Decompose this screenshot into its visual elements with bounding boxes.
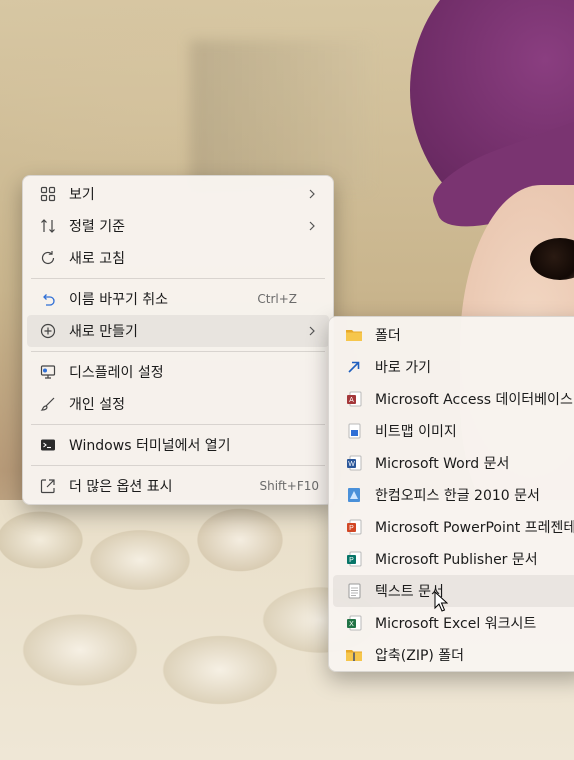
submenu-item-label: Microsoft Publisher 문서: [375, 552, 538, 568]
menu-separator: [31, 424, 325, 425]
wallpaper-blur: [190, 40, 370, 190]
submenu-item-label: 텍스트 문서: [375, 584, 444, 600]
chevron-right-icon: [309, 189, 315, 199]
shortcut-text: Ctrl+Z: [257, 292, 297, 306]
refresh-icon: [39, 249, 57, 267]
submenu-item-word[interactable]: W Microsoft Word 문서: [333, 447, 574, 479]
mouse-pointer-icon: [434, 591, 448, 612]
chevron-right-icon: [309, 326, 315, 336]
folder-icon: [345, 326, 363, 344]
text-document-icon: [345, 582, 363, 600]
menu-item-label: 새로 고침: [69, 251, 125, 267]
menu-item-label: 이름 바꾸기 취소: [69, 292, 169, 308]
submenu-item-access-db[interactable]: A Microsoft Access 데이터베이스: [333, 383, 574, 415]
submenu-item-powerpoint[interactable]: P Microsoft PowerPoint 프레젠테이션: [333, 511, 574, 543]
svg-text:A: A: [349, 397, 354, 404]
menu-item-label: 더 많은 옵션 표시: [69, 479, 173, 495]
svg-text:P: P: [349, 525, 354, 532]
menu-separator: [31, 278, 325, 279]
menu-item-open-terminal[interactable]: Windows 터미널에서 열기: [27, 429, 329, 461]
hwp-icon: [345, 486, 363, 504]
undo-icon: [39, 290, 57, 308]
shortcut-arrow-icon: [345, 358, 363, 376]
new-submenu: 폴더 바로 가기 A Microsoft Access 데이터베이스 비트맵 이…: [328, 316, 574, 672]
shortcut-text: Shift+F10: [259, 479, 319, 493]
powerpoint-icon: P: [345, 518, 363, 536]
menu-item-sort-by[interactable]: 정렬 기준: [27, 210, 329, 242]
menu-item-new[interactable]: 새로 만들기: [27, 315, 329, 347]
display-icon: [39, 363, 57, 381]
menu-item-label: 개인 설정: [69, 397, 125, 413]
submenu-item-folder[interactable]: 폴더: [333, 319, 574, 351]
submenu-item-shortcut[interactable]: 바로 가기: [333, 351, 574, 383]
word-icon: W: [345, 454, 363, 472]
submenu-item-label: Microsoft Access 데이터베이스: [375, 392, 573, 408]
submenu-item-zip-folder[interactable]: 압축(ZIP) 폴더: [333, 639, 574, 671]
expand-icon: [39, 477, 57, 495]
zip-folder-icon: [345, 646, 363, 664]
svg-text:P: P: [349, 557, 354, 564]
view-grid-icon: [39, 185, 57, 203]
submenu-item-label: 한컴오피스 한글 2010 문서: [375, 488, 540, 504]
access-icon: A: [345, 390, 363, 408]
submenu-item-label: Microsoft PowerPoint 프레젠테이션: [375, 520, 574, 536]
menu-separator: [31, 351, 325, 352]
menu-separator: [31, 465, 325, 466]
submenu-item-bitmap[interactable]: 비트맵 이미지: [333, 415, 574, 447]
desktop-context-menu: 보기 정렬 기준 새로 고침 이름 바꾸기 취소 Ctrl+Z 새로 만들기 디…: [22, 175, 334, 505]
plus-circle-icon: [39, 322, 57, 340]
menu-item-label: Windows 터미널에서 열기: [69, 438, 231, 454]
submenu-item-label: 압축(ZIP) 폴더: [375, 648, 465, 664]
menu-item-label: 디스플레이 설정: [69, 365, 164, 381]
bitmap-icon: [345, 422, 363, 440]
terminal-icon: [39, 436, 57, 454]
submenu-item-hwp[interactable]: 한컴오피스 한글 2010 문서: [333, 479, 574, 511]
menu-item-undo-rename[interactable]: 이름 바꾸기 취소 Ctrl+Z: [27, 283, 329, 315]
chevron-right-icon: [309, 221, 315, 231]
submenu-item-excel[interactable]: X Microsoft Excel 워크시트: [333, 607, 574, 639]
svg-text:W: W: [348, 461, 355, 468]
submenu-item-publisher[interactable]: P Microsoft Publisher 문서: [333, 543, 574, 575]
submenu-item-label: 폴더: [375, 328, 401, 344]
menu-item-label: 정렬 기준: [69, 219, 125, 235]
sort-arrows-icon: [39, 217, 57, 235]
menu-item-label: 보기: [69, 187, 95, 203]
menu-item-personalize[interactable]: 개인 설정: [27, 388, 329, 420]
submenu-item-label: 비트맵 이미지: [375, 424, 457, 440]
submenu-item-label: Microsoft Word 문서: [375, 456, 510, 472]
submenu-item-text-document[interactable]: 텍스트 문서: [333, 575, 574, 607]
publisher-icon: P: [345, 550, 363, 568]
excel-icon: X: [345, 614, 363, 632]
menu-item-view[interactable]: 보기: [27, 178, 329, 210]
submenu-item-label: 바로 가기: [375, 360, 431, 376]
svg-text:X: X: [349, 621, 354, 628]
submenu-item-label: Microsoft Excel 워크시트: [375, 616, 537, 632]
menu-item-show-more-options[interactable]: 더 많은 옵션 표시 Shift+F10: [27, 470, 329, 502]
menu-item-label: 새로 만들기: [69, 324, 138, 340]
brush-icon: [39, 395, 57, 413]
menu-item-refresh[interactable]: 새로 고침: [27, 242, 329, 274]
menu-item-display-settings[interactable]: 디스플레이 설정: [27, 356, 329, 388]
